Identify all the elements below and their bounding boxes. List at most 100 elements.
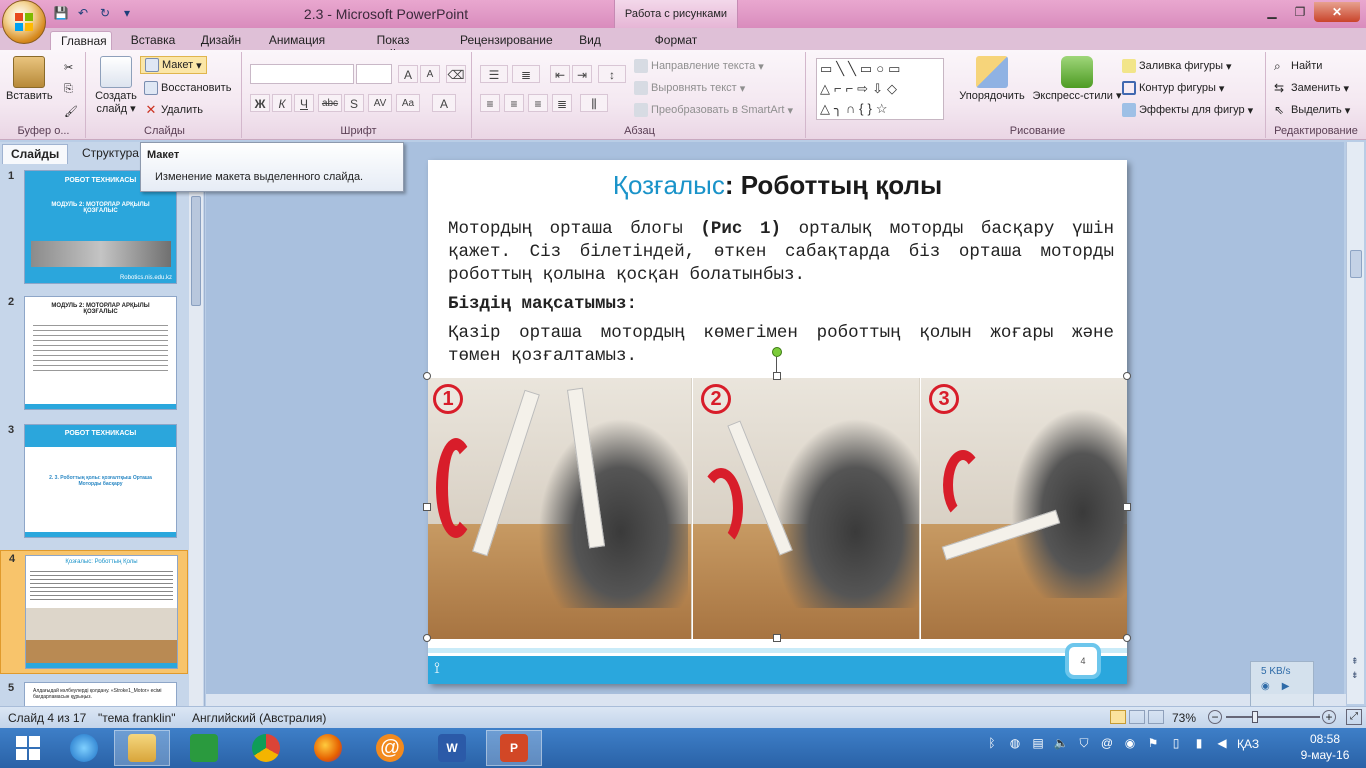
resize-handle[interactable] bbox=[1123, 372, 1131, 380]
numbering-icon[interactable]: ≣ bbox=[512, 65, 540, 83]
taskbar-ie[interactable] bbox=[56, 730, 112, 766]
replace-button[interactable]: ⇆ Заменить ▾ bbox=[1274, 79, 1349, 97]
sound-tray-icon[interactable]: 🔈 bbox=[1053, 736, 1069, 752]
fit-slide-icon[interactable]: ⤢ bbox=[1346, 709, 1362, 725]
mail-tray-icon[interactable]: @ bbox=[1099, 736, 1115, 752]
zoom-thumb[interactable] bbox=[1252, 711, 1258, 723]
shrink-font-button[interactable]: A bbox=[420, 65, 440, 83]
slide-nav-icons[interactable]: ⇞ ⇟ bbox=[1351, 654, 1359, 682]
layout-button[interactable]: Макет ▾ bbox=[140, 56, 207, 74]
resize-handle[interactable] bbox=[773, 634, 781, 642]
bold-button[interactable]: Ж bbox=[250, 94, 270, 112]
thumbnail-row-4[interactable]: 4 Қозғалыс: Роботтың Қолы bbox=[0, 550, 188, 674]
reset-button[interactable]: Восстановить bbox=[144, 79, 231, 97]
tab-slideshow[interactable]: Показ слайдов bbox=[342, 31, 444, 61]
pane-scrollbar[interactable] bbox=[189, 166, 203, 706]
find-button[interactable]: ⌕ Найти bbox=[1274, 57, 1322, 75]
save-icon[interactable]: 💾 bbox=[52, 4, 70, 22]
zoom-level[interactable]: 73% bbox=[1172, 711, 1196, 725]
tab-design[interactable]: Дизайн bbox=[190, 31, 252, 50]
taskbar-chrome[interactable] bbox=[238, 730, 294, 766]
tab-animation[interactable]: Анимация bbox=[258, 31, 336, 50]
minimize-button[interactable]: ▁ bbox=[1258, 2, 1286, 22]
slide-paragraph-1[interactable]: Мотордың орташа блогы (Рис 1) орталық мо… bbox=[448, 218, 1114, 287]
format-painter-icon[interactable]: 🖌 bbox=[64, 102, 78, 120]
tab-home[interactable]: Главная bbox=[50, 31, 112, 50]
align-left-icon[interactable]: ≡ bbox=[480, 94, 500, 112]
signal-icon[interactable]: ▮ bbox=[1191, 736, 1207, 752]
text-direction-button[interactable]: Направление текста ▾ bbox=[634, 57, 764, 75]
undo-icon[interactable]: ↶ bbox=[74, 4, 92, 22]
normal-view-icon[interactable] bbox=[1110, 710, 1126, 724]
app-tray-icon[interactable]: ◍ bbox=[1007, 736, 1023, 752]
thumbnail-row-5[interactable]: 5 Алдағыдай көлбеулерді қолдану. «Stroke… bbox=[0, 680, 188, 708]
new-slide-button[interactable]: Создать слайд ▾ bbox=[92, 56, 140, 116]
select-button[interactable]: ⇖ Выделить ▾ bbox=[1274, 101, 1350, 119]
tab-view[interactable]: Вид bbox=[568, 31, 612, 50]
strike-button[interactable]: abc bbox=[318, 94, 342, 112]
shape-effects-button[interactable]: Эффекты для фигур ▾ bbox=[1122, 101, 1253, 119]
thumbnail-slide-5[interactable]: Алдағыдай көлбеулерді қолдану. «Stroke1_… bbox=[24, 682, 177, 708]
zoom-slider[interactable]: − + bbox=[1208, 709, 1338, 725]
slideshow-view-icon[interactable] bbox=[1148, 710, 1164, 724]
slide-paragraph-2[interactable]: Қазір орташа мотордың көмегімен роботтың… bbox=[448, 322, 1114, 368]
font-name-combo[interactable] bbox=[250, 64, 354, 84]
shape-outline-button[interactable]: Контур фигуры ▾ bbox=[1122, 79, 1224, 97]
align-center-icon[interactable]: ≡ bbox=[504, 94, 524, 112]
shapes-gallery[interactable]: ▭╲╲▭○▭ △⌐⌐⇨⇩◇ △╮∩{}☆ bbox=[816, 58, 944, 120]
spacing-button[interactable]: AV bbox=[368, 94, 392, 112]
clock[interactable]: 08:58 9-мау-16 bbox=[1300, 731, 1350, 763]
tab-outline-pane[interactable]: Структура bbox=[74, 144, 147, 164]
network-tray-icon[interactable]: ▤ bbox=[1030, 736, 1046, 752]
zoom-out-icon[interactable]: − bbox=[1208, 710, 1222, 724]
columns-icon[interactable]: ⫼ bbox=[580, 94, 608, 112]
redo-icon[interactable]: ↻ bbox=[96, 4, 114, 22]
copy-icon[interactable]: ⎘ bbox=[64, 80, 73, 98]
status-language[interactable]: Английский (Австралия) bbox=[192, 711, 326, 725]
robot-arm-photo[interactable]: 1 2 3 bbox=[428, 378, 1127, 639]
thumbnail-slide-4[interactable]: Қозғалыс: Роботтың Қолы bbox=[25, 555, 178, 669]
resize-handle[interactable] bbox=[1123, 503, 1131, 511]
delete-slide-button[interactable]: ✕ Удалить bbox=[144, 101, 203, 119]
pane-scroll-thumb[interactable] bbox=[191, 196, 201, 306]
arrange-button[interactable]: Упорядочить bbox=[954, 56, 1030, 103]
maximize-button[interactable]: ❐ bbox=[1286, 2, 1314, 22]
italic-button[interactable]: К bbox=[272, 94, 292, 112]
battery-icon[interactable]: ▯ bbox=[1168, 736, 1184, 752]
increase-indent-icon[interactable]: ⇥ bbox=[572, 65, 592, 83]
shape-fill-button[interactable]: Заливка фигуры ▾ bbox=[1122, 57, 1232, 75]
decrease-indent-icon[interactable]: ⇤ bbox=[550, 65, 570, 83]
tab-format[interactable]: Формат bbox=[640, 31, 712, 50]
shield-tray-icon[interactable]: ⛉ bbox=[1076, 736, 1092, 752]
slide-scrollbar[interactable]: ⇞ ⇟ bbox=[1346, 142, 1364, 704]
clear-format-icon[interactable]: ⌫ bbox=[446, 65, 466, 83]
align-text-button[interactable]: Выровнять текст ▾ bbox=[634, 79, 745, 97]
taskbar-explorer[interactable] bbox=[114, 730, 170, 766]
paste-button[interactable]: Вставить bbox=[6, 56, 53, 103]
keyboard-language[interactable]: ҚАЗ bbox=[1237, 737, 1259, 751]
slide-goal-label[interactable]: Біздің мақсатымыз: bbox=[448, 293, 1114, 316]
volume-icon[interactable]: ◀ bbox=[1214, 736, 1230, 752]
slide-title[interactable]: Қозғалыс: Роботтың қолы bbox=[428, 170, 1127, 201]
start-button[interactable] bbox=[0, 730, 56, 766]
underline-button[interactable]: Ч bbox=[294, 94, 314, 112]
tab-review[interactable]: Рецензирование bbox=[450, 31, 562, 50]
font-color-button[interactable]: A bbox=[432, 94, 456, 112]
taskbar-store[interactable] bbox=[176, 730, 232, 766]
change-case-button[interactable]: Aa bbox=[396, 94, 420, 112]
resize-handle[interactable] bbox=[773, 372, 781, 380]
align-right-icon[interactable]: ≡ bbox=[528, 94, 548, 112]
taskbar-powerpoint[interactable]: P bbox=[486, 730, 542, 766]
status-theme[interactable]: "тема franklin" bbox=[98, 711, 176, 725]
globe-tray-icon[interactable]: ◉ bbox=[1122, 736, 1138, 752]
zoom-in-icon[interactable]: + bbox=[1322, 710, 1336, 724]
close-button[interactable]: ✕ bbox=[1314, 2, 1360, 22]
thumbnail-slide-2[interactable]: МОДУЛЬ 2: МОТОРЛАР АРҚЫЛЫ ҚОЗҒАЛЫС bbox=[24, 296, 177, 410]
resize-handle[interactable] bbox=[423, 634, 431, 642]
line-spacing-icon[interactable]: ↕ bbox=[598, 65, 626, 83]
font-size-combo[interactable] bbox=[356, 64, 392, 84]
shadow-button[interactable]: S bbox=[344, 94, 364, 112]
bullets-icon[interactable]: ☰ bbox=[480, 65, 508, 83]
taskbar-firefox[interactable] bbox=[300, 730, 356, 766]
cut-icon[interactable]: ✂ bbox=[64, 58, 73, 76]
